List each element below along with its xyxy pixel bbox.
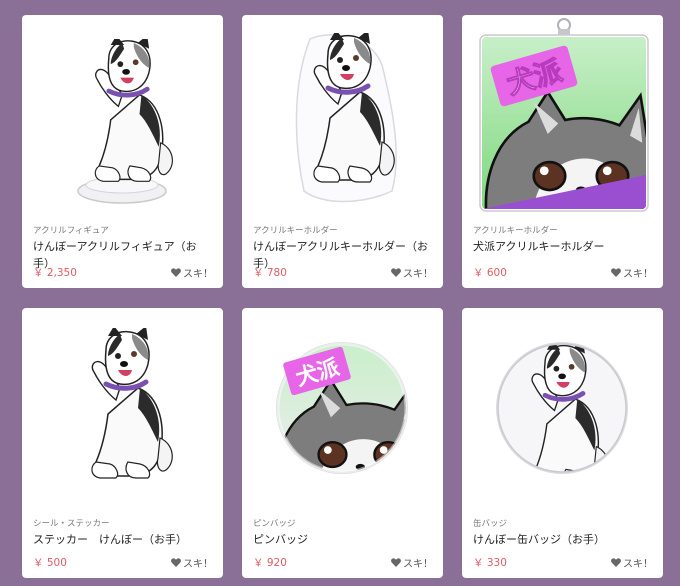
like-button[interactable]: スキ！	[611, 555, 653, 570]
like-label: スキ！	[403, 559, 433, 570]
product-image[interactable]: 犬派	[462, 15, 663, 215]
heart-icon	[611, 558, 621, 567]
product-name[interactable]: けんぼー缶バッジ（お手）	[473, 531, 653, 548]
like-label: スキ！	[183, 559, 213, 570]
product-name[interactable]: 犬派アクリルキーホルダー	[473, 238, 653, 255]
product-category[interactable]: アクリルキーホルダー	[473, 225, 653, 237]
product-card[interactable]: シール・ステッカー ステッカー けんぼー（お手） ￥ 500 スキ！	[22, 308, 223, 578]
like-button[interactable]: スキ！	[391, 265, 433, 280]
product-price: ￥ 330	[473, 557, 507, 569]
product-name[interactable]: ピンバッジ	[253, 531, 433, 548]
heart-icon	[391, 268, 401, 277]
product-image[interactable]	[22, 308, 223, 508]
product-card[interactable]: 犬派 アクリルキーホルダー 犬派アクリルキーホルダー ￥ 600 スキ！	[462, 15, 663, 288]
heart-icon	[391, 558, 401, 567]
product-category[interactable]: アクリルフィギュア	[33, 225, 213, 237]
product-image[interactable]	[462, 308, 663, 508]
product-name[interactable]: ステッカー けんぼー（お手）	[33, 531, 213, 548]
like-label: スキ！	[403, 269, 433, 280]
product-card[interactable]: 犬派 ピンバッジ ピンバッジ ￥ 920 スキ！	[242, 308, 443, 578]
product-category[interactable]: シール・ステッカー	[33, 518, 213, 530]
product-image[interactable]: 犬派	[242, 308, 443, 508]
product-image[interactable]	[242, 15, 443, 215]
product-price: ￥ 500	[33, 557, 67, 569]
heart-icon	[171, 268, 181, 277]
like-label: スキ！	[623, 269, 653, 280]
product-price: ￥ 920	[253, 557, 287, 569]
product-price: ￥ 2,350	[33, 267, 77, 279]
product-image[interactable]	[22, 15, 223, 215]
heart-icon	[611, 268, 621, 277]
like-label: スキ！	[623, 559, 653, 570]
product-card[interactable]: アクリルフィギュア けんぼーアクリルフィギュア（お手） ￥ 2,350 スキ！	[22, 15, 223, 288]
like-label: スキ！	[183, 269, 213, 280]
like-button[interactable]: スキ！	[611, 265, 653, 280]
product-category[interactable]: 缶バッジ	[473, 518, 653, 530]
like-button[interactable]: スキ！	[171, 555, 213, 570]
like-button[interactable]: スキ！	[171, 265, 213, 280]
product-price: ￥ 780	[253, 267, 287, 279]
product-grid: アクリルフィギュア けんぼーアクリルフィギュア（お手） ￥ 2,350 スキ！ …	[0, 0, 680, 586]
heart-icon	[171, 558, 181, 567]
product-card[interactable]: アクリルキーホルダー けんぼーアクリルキーホルダー（お手） ￥ 780 スキ！	[242, 15, 443, 288]
product-card[interactable]: 缶バッジ けんぼー缶バッジ（お手） ￥ 330 スキ！	[462, 308, 663, 578]
product-category[interactable]: アクリルキーホルダー	[253, 225, 433, 237]
product-price: ￥ 600	[473, 267, 507, 279]
like-button[interactable]: スキ！	[391, 555, 433, 570]
product-category[interactable]: ピンバッジ	[253, 518, 433, 530]
